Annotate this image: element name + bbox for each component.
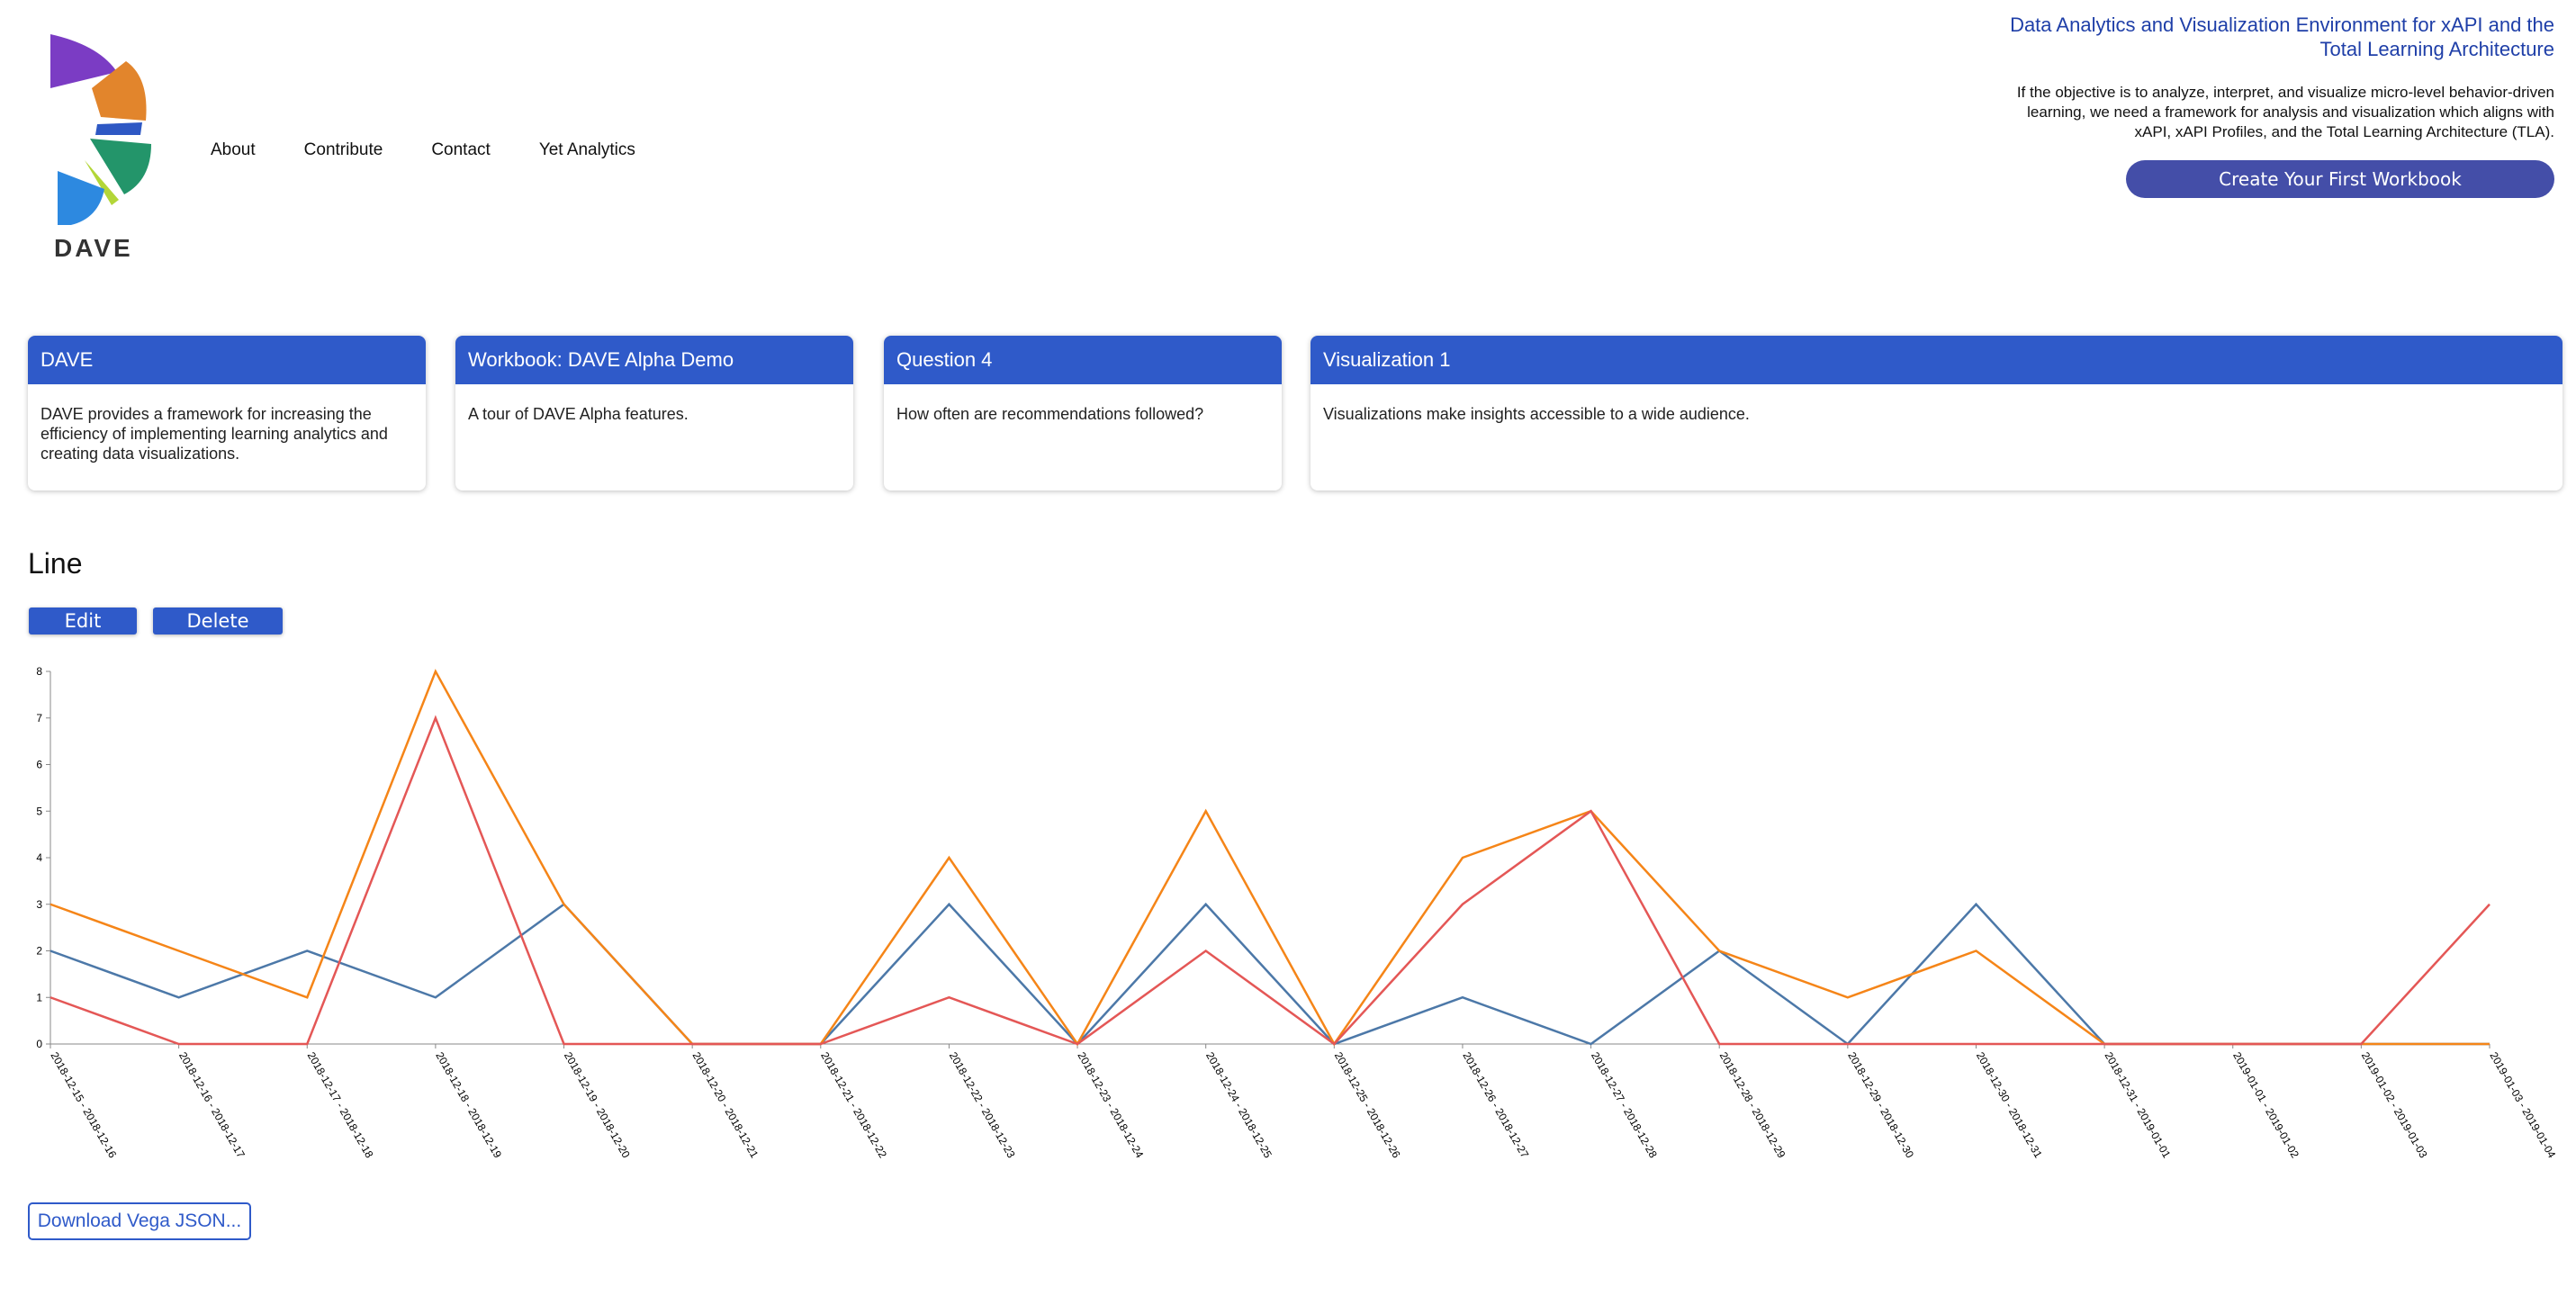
y-tick-label: 3 — [36, 898, 42, 911]
card-body: A tour of DAVE Alpha features. — [468, 405, 689, 423]
series-line-2 — [50, 669, 2490, 1047]
card-title: DAVE — [28, 336, 426, 384]
hero-description: If the objective is to analyze, interpre… — [2016, 84, 2554, 140]
line-chart: 0 1 2 3 4 5 6 7 8 2018-12-15 - 2018-12-16 2018-12-… — [36, 665, 2558, 1161]
x-tick-label: 2018-12-18 - 2018-12-19 — [433, 1050, 504, 1161]
nav-yet-analytics-link[interactable]: Yet Analytics — [539, 140, 635, 160]
x-tick-label: 2018-12-27 - 2018-12-28 — [1589, 1050, 1660, 1161]
y-tick-label: 4 — [36, 851, 42, 864]
logo-wordmark: DAVE — [54, 234, 133, 262]
create-workbook-button[interactable]: Create Your First Workbook — [2126, 160, 2554, 198]
x-tick-label: 2018-12-15 - 2018-12-16 — [48, 1050, 119, 1161]
card-dave[interactable]: DAVE DAVE provides a framework for incre… — [28, 336, 426, 490]
card-question[interactable]: Question 4 How often are recommendations… — [884, 336, 1282, 490]
y-tick-label: 2 — [36, 945, 42, 958]
dave-logo[interactable]: DAVE — [45, 27, 189, 270]
card-workbook[interactable]: Workbook: DAVE Alpha Demo A tour of DAVE… — [455, 336, 853, 490]
nav-contact-link[interactable]: Contact — [431, 140, 490, 160]
x-tick-label: 2018-12-25 - 2018-12-26 — [1332, 1050, 1403, 1161]
x-tick-label: 2018-12-28 - 2018-12-29 — [1717, 1050, 1788, 1161]
card-visualization[interactable]: Visualization 1 Visualizations make insi… — [1311, 336, 2562, 490]
y-tick-label: 5 — [36, 805, 42, 817]
y-tick-label: 8 — [36, 665, 42, 678]
x-tick-label: 2018-12-17 - 2018-12-18 — [305, 1050, 376, 1161]
x-tick-label: 2018-12-16 - 2018-12-17 — [176, 1050, 248, 1161]
nav-contribute-link[interactable]: Contribute — [304, 140, 383, 160]
x-tick-label: 2018-12-24 - 2018-12-25 — [1203, 1050, 1274, 1161]
hero: Data Analytics and Visualization Environ… — [1996, 13, 2554, 198]
card-body: How often are recommendations followed? — [896, 405, 1204, 423]
y-tick-label: 6 — [36, 759, 42, 771]
hero-title: Data Analytics and Visualization Environ… — [2010, 14, 2554, 60]
x-tick-label: 2019-01-02 - 2019-01-03 — [2359, 1050, 2430, 1161]
dave-logo-icon — [50, 34, 151, 225]
series-line-3 — [50, 715, 2490, 1046]
x-tick-label: 2018-12-23 - 2018-12-24 — [1075, 1050, 1146, 1161]
x-tick-label: 2018-12-20 - 2018-12-21 — [690, 1050, 761, 1161]
delete-button[interactable]: Delete — [153, 608, 283, 634]
edit-button[interactable]: Edit — [29, 608, 137, 634]
visualization-type-title: Line — [28, 547, 83, 580]
card-title: Question 4 — [884, 336, 1282, 384]
download-vega-json-button[interactable]: Download Vega JSON... — [28, 1202, 251, 1240]
x-tick-label: 2019-01-01 - 2019-01-02 — [2230, 1050, 2301, 1161]
x-tick-label: 2019-01-03 - 2019-01-04 — [2487, 1050, 2558, 1161]
top-nav: About Contribute Contact Yet Analytics — [211, 140, 684, 160]
x-tick-label: 2018-12-26 - 2018-12-27 — [1460, 1050, 1531, 1161]
x-tick-label: 2018-12-29 - 2018-12-30 — [1845, 1050, 1916, 1161]
card-body: DAVE provides a framework for increasing… — [41, 405, 388, 463]
card-title: Workbook: DAVE Alpha Demo — [455, 336, 853, 384]
breadcrumb-cards: DAVE DAVE provides a framework for incre… — [28, 336, 2562, 490]
y-tick-label: 0 — [36, 1038, 42, 1050]
nav-about-link[interactable]: About — [211, 140, 256, 160]
card-title: Visualization 1 — [1311, 336, 2562, 384]
y-tick-label: 1 — [36, 991, 42, 1004]
y-tick-label: 7 — [36, 712, 42, 724]
x-tick-label: 2018-12-30 - 2018-12-31 — [1974, 1050, 2045, 1161]
x-tick-label: 2018-12-19 - 2018-12-20 — [562, 1050, 633, 1161]
x-tick-label: 2018-12-21 - 2018-12-22 — [818, 1050, 889, 1161]
x-tick-label: 2018-12-31 - 2019-01-01 — [2103, 1050, 2174, 1161]
x-tick-label: 2018-12-22 - 2018-12-23 — [947, 1050, 1018, 1161]
card-body: Visualizations make insights accessible … — [1323, 405, 1750, 423]
